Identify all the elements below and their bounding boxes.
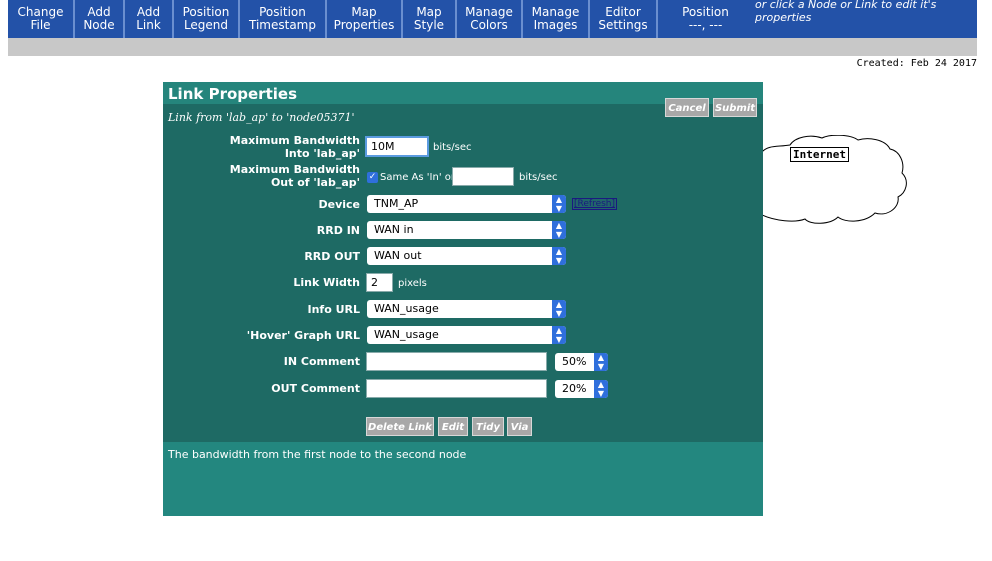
position-value: ---, --- <box>688 18 723 32</box>
select-value: 20% <box>562 382 587 395</box>
info-url-select[interactable]: WAN_usage ▲ ▼ <box>367 300 566 318</box>
dialog-title: Link Properties <box>168 85 297 103</box>
button-label: Properties <box>333 18 395 32</box>
button-label: File <box>30 18 51 32</box>
same-as-in-label: Same As 'In' or <box>380 172 455 183</box>
toolbar-message: or click a Node or Link to edit it's pro… <box>755 0 937 24</box>
help-panel: The bandwidth from the first node to the… <box>163 442 763 516</box>
select-value: TNM_AP <box>374 197 419 210</box>
chevron-updown-icon: ▲ ▼ <box>552 247 566 265</box>
toolbar: Change File Add Node Add Link Position L… <box>8 0 977 38</box>
same-as-in-checkbox[interactable]: ✓ <box>367 172 378 183</box>
info-url-label: Info URL <box>307 303 360 316</box>
link-width-unit: pixels <box>398 278 427 289</box>
rrd-out-select[interactable]: WAN out ▲ ▼ <box>367 247 566 265</box>
add-link-button[interactable]: Add Link <box>125 0 174 38</box>
editor-settings-button[interactable]: Editor Settings <box>590 0 658 38</box>
map-style-button[interactable]: Map Style <box>403 0 457 38</box>
bandwidth-in-label: Maximum Bandwidth Into 'lab_ap' <box>230 134 360 160</box>
button-label: Settings <box>598 18 648 32</box>
device-select[interactable]: TNM_AP ▲ ▼ <box>367 195 566 213</box>
select-value: WAN in <box>374 223 414 236</box>
chevron-updown-icon: ▲ ▼ <box>594 353 608 371</box>
in-comment-input[interactable] <box>366 352 547 371</box>
delete-link-button[interactable]: Delete Link <box>366 417 434 436</box>
created-timestamp: Created: Feb 24 2017 <box>856 58 977 69</box>
via-button[interactable]: Via <box>507 417 532 436</box>
manage-colors-button[interactable]: Manage Colors <box>457 0 523 38</box>
status-bar <box>8 38 977 56</box>
select-value: WAN_usage <box>374 328 439 341</box>
rrd-out-label: RRD OUT <box>304 250 360 263</box>
in-comment-label: IN Comment <box>283 355 360 368</box>
add-node-button[interactable]: Add Node <box>75 0 125 38</box>
submit-button[interactable]: Submit <box>713 98 757 117</box>
edit-button[interactable]: Edit <box>438 417 468 436</box>
label-line: Maximum Bandwidth <box>229 163 360 176</box>
refresh-link[interactable]: [Refresh] <box>572 198 618 210</box>
map-properties-button[interactable]: Map Properties <box>327 0 403 38</box>
bandwidth-in-unit: bits/sec <box>433 142 472 153</box>
chevron-updown-icon: ▲ ▼ <box>594 380 608 398</box>
out-comment-position-select[interactable]: 20% ▲ ▼ <box>555 380 608 398</box>
button-label: Link <box>136 18 161 32</box>
link-width-label: Link Width <box>293 276 360 289</box>
change-file-button[interactable]: Change File <box>8 0 75 38</box>
position-readout: Position ---, --- <box>658 0 753 38</box>
select-value: 50% <box>562 355 587 368</box>
link-width-input[interactable]: 2 <box>366 273 393 292</box>
button-label: Colors <box>470 18 508 32</box>
hover-url-select[interactable]: WAN_usage ▲ ▼ <box>367 326 566 344</box>
label-line: Into 'lab_ap' <box>284 147 360 160</box>
select-value: WAN out <box>374 249 422 262</box>
button-label: Legend <box>183 18 229 32</box>
label-line: Out of 'lab_ap' <box>270 176 360 189</box>
rrd-in-select[interactable]: WAN in ▲ ▼ <box>367 221 566 239</box>
out-comment-label: OUT Comment <box>271 382 360 395</box>
manage-images-button[interactable]: Manage Images <box>523 0 590 38</box>
bandwidth-out-unit: bits/sec <box>519 172 558 183</box>
chevron-updown-icon: ▲ ▼ <box>552 195 566 213</box>
node-label-internet[interactable]: Internet <box>790 147 849 162</box>
button-label: Style <box>413 18 445 32</box>
help-text: The bandwidth from the first node to the… <box>168 448 467 461</box>
hover-url-label: 'Hover' Graph URL <box>246 329 360 342</box>
bandwidth-out-input[interactable] <box>452 167 514 186</box>
button-label: Node <box>83 18 115 32</box>
dialog-subtitle: Link from 'lab_ap' to 'node05371' <box>168 111 355 124</box>
device-label: Device <box>318 198 360 211</box>
tidy-button[interactable]: Tidy <box>472 417 504 436</box>
position-timestamp-button[interactable]: Position Timestamp <box>240 0 327 38</box>
chevron-updown-icon: ▲ ▼ <box>552 300 566 318</box>
select-value: WAN_usage <box>374 302 439 315</box>
position-legend-button[interactable]: Position Legend <box>174 0 240 38</box>
in-comment-position-select[interactable]: 50% ▲ ▼ <box>555 353 608 371</box>
button-label: Timestamp <box>249 18 316 32</box>
rrd-in-label: RRD IN <box>316 224 360 237</box>
out-comment-input[interactable] <box>366 379 547 398</box>
cancel-button[interactable]: Cancel <box>665 98 709 117</box>
button-label: Images <box>533 18 578 32</box>
chevron-updown-icon: ▲ ▼ <box>552 221 566 239</box>
chevron-updown-icon: ▲ ▼ <box>552 326 566 344</box>
link-properties-dialog: Link Properties Cancel Submit Link from … <box>163 82 763 516</box>
bandwidth-out-label: Maximum Bandwidth Out of 'lab_ap' <box>230 163 360 189</box>
bandwidth-in-input[interactable]: 10M <box>365 136 429 157</box>
label-line: Maximum Bandwidth <box>229 134 360 147</box>
